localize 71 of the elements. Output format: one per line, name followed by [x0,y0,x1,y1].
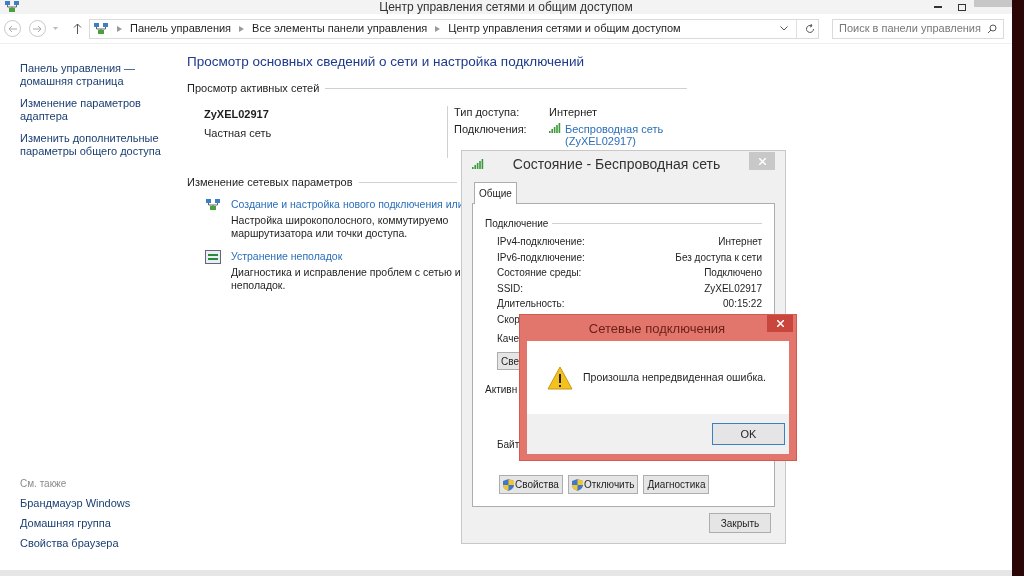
network-type: Частная сеть [204,126,273,142]
maximize-icon [958,3,966,11]
shield-icon [571,478,583,491]
task-description: Настройка широкополосного, коммутируемо маршрутизатора или точки доступа. [231,214,450,241]
see-also-link[interactable]: Свойства браузера [20,537,187,550]
close-icon [758,157,766,165]
dialog-signal-icon [472,159,484,169]
status-value: Подключено [704,266,762,281]
status-value: Без доступа к сети [675,250,762,265]
window-title: Центр управления сетями и общим доступом [379,1,633,13]
dialog-title: Состояние - Беспроводная сеть [511,154,722,174]
forward-arrow-icon [33,24,42,33]
page-title: Просмотр основных сведений о сети и настройка подключений [187,53,586,71]
status-value: 00:15:22 [723,297,762,312]
breadcrumb[interactable]: Центр управления сетями и общим доступом [448,20,681,37]
breadcrumb[interactable]: Панель управления [130,20,232,37]
dialog-action-button[interactable]: Отключить [567,475,639,494]
breadcrumb-separator-icon [239,25,245,32]
control-panel-icon [93,21,109,36]
section-heading: Изменение сетевых параметров [187,174,353,190]
dialog-action-button[interactable]: Диагностика [643,475,710,494]
dropdown-chevron-icon[interactable] [780,26,788,31]
group-heading: Активн [485,383,519,397]
close-icon [776,320,784,327]
dialog-action-button[interactable]: Свойства [499,475,563,494]
troubleshoot-icon [205,250,221,265]
section-heading: Просмотр активных сетей [187,81,320,97]
see-also-link[interactable]: Брандмауэр Windows [20,497,187,510]
warning-icon [547,365,573,390]
task-link[interactable]: Устранение неполадок [231,250,461,264]
refresh-icon[interactable] [805,23,815,34]
minimize-icon [934,6,942,8]
sidebar-link[interactable]: Панель управления — домашняя страница [20,62,170,88]
connections-label: Подключения: [454,122,528,136]
dialog-title: Сетевые подключения [587,320,727,338]
status-label: IPv4-подключение: [497,235,585,250]
sidebar-link[interactable]: Изменить дополнительные параметры общего доступа [20,132,170,158]
search-input[interactable]: Поиск в панели управления [839,20,987,37]
sidebar-link[interactable]: Изменение параметров адаптера [20,97,170,123]
status-label: IPv6-подключение: [497,250,585,265]
up-arrow-icon[interactable] [73,23,82,34]
breadcrumb-separator-icon [117,25,122,32]
access-type-label: Тип доступа: [454,105,521,119]
address-field[interactable]: Панель управления Все элементы панели управления Центр управления сетями и общим доступом [89,18,819,39]
search-field[interactable]: Поиск в панели управления [832,18,1004,39]
signal-icon [549,122,561,133]
ok-button[interactable]: OK [712,423,785,445]
status-value: Интернет [718,235,762,250]
search-icon [987,23,997,34]
group-heading: Подключение [485,217,549,231]
back-arrow-icon [8,24,17,33]
close-dialog-button[interactable]: Закрыть [709,513,771,533]
dialog-tab[interactable]: Общие [474,182,517,204]
breadcrumb-separator-icon [435,25,441,32]
status-label: Состояние среды: [497,266,582,281]
breadcrumb[interactable]: Все элементы панели управления [252,20,428,37]
network-name: ZyXEL02917 [204,106,270,122]
task-description: Диагностика и исправление проблем с сетью и неполадок. [231,266,461,293]
access-type-value: Интернет [549,105,597,119]
see-also-link[interactable]: Домашняя группа [20,517,187,530]
status-label: Скор [497,312,521,327]
shield-icon [503,478,514,491]
status-label: Длительность: [497,297,565,312]
close-button[interactable] [767,315,793,332]
app-icon [4,0,20,14]
see-also-heading: См. также [20,477,68,490]
error-message: Произошла непредвиденная ошибка. [583,369,766,385]
connection-link[interactable]: Беспроводная сеть (ZyXEL02917) [565,122,665,147]
status-label: Байт [496,438,521,452]
status-label: SSID: [497,281,524,296]
status-value: ZyXEL02917 [704,281,762,296]
